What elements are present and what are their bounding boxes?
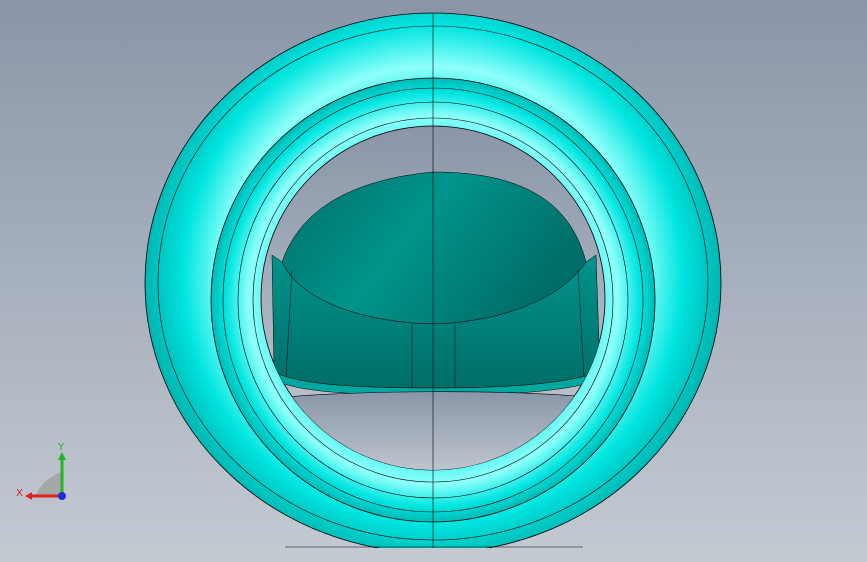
triad-plane-icon xyxy=(36,472,62,496)
y-axis-label: Y xyxy=(57,442,65,453)
x-axis-label: X xyxy=(16,488,23,499)
graphics-viewport[interactable]: Y X xyxy=(0,0,867,562)
z-axis-dot xyxy=(58,492,66,500)
orientation-triad: Y X xyxy=(16,442,66,500)
model-view[interactable] xyxy=(0,0,867,562)
